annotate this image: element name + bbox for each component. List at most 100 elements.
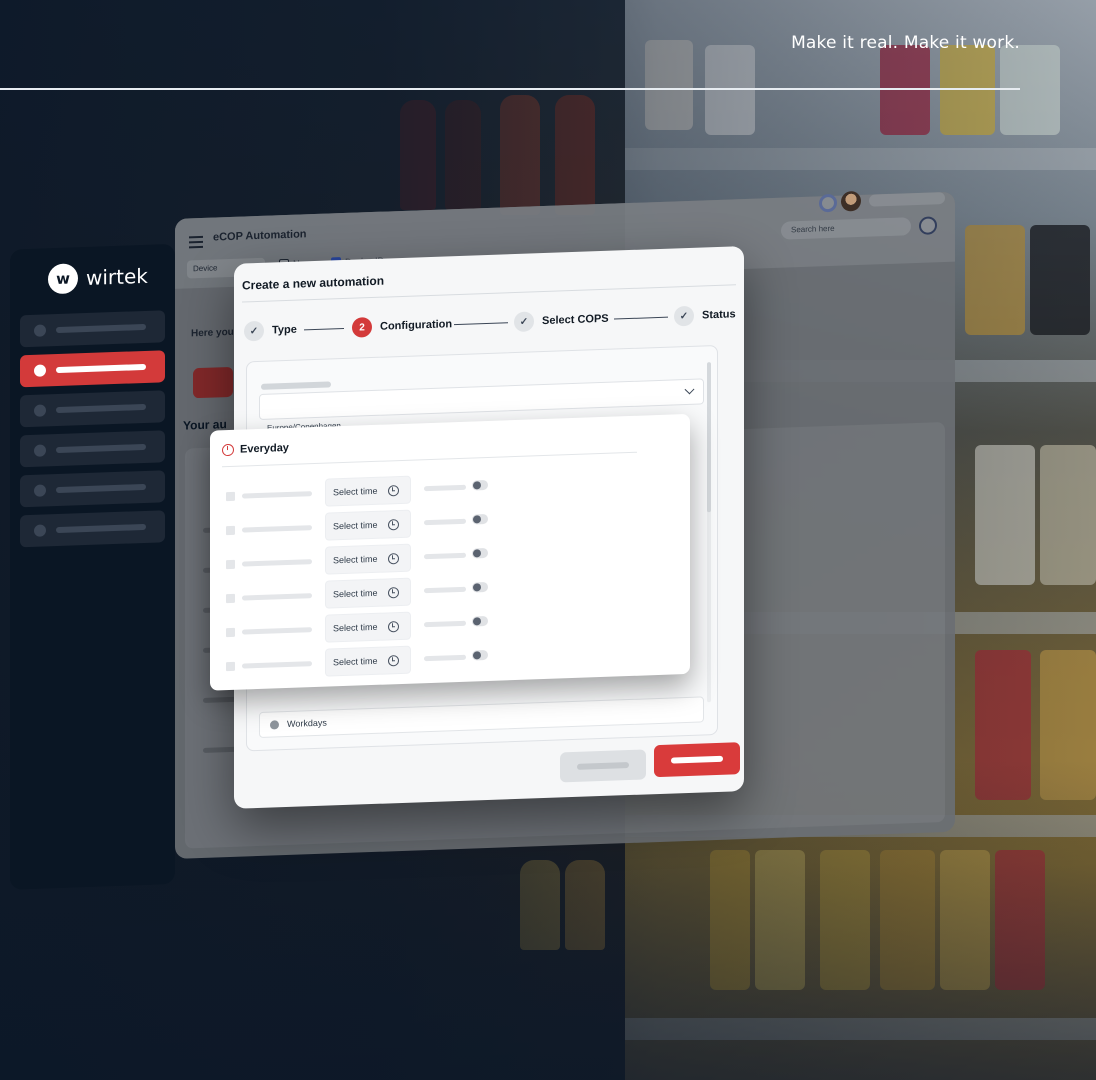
nav-label-placeholder [56,403,146,414]
divider [222,451,637,468]
scrollbar[interactable] [707,362,711,703]
select-time-button[interactable]: Select time [325,509,411,541]
step-configuration[interactable]: 2 Configuration [352,314,452,338]
select-time-button[interactable]: Select time [325,645,411,677]
step-number: 2 [352,317,372,338]
radio-button[interactable] [270,719,279,730]
nav-icon [34,404,46,417]
schedule-toggle[interactable] [472,581,488,593]
select-time-button[interactable]: Select time [325,577,411,609]
select-time-button[interactable]: Select time [325,543,411,575]
select-time-label: Select time [333,519,378,532]
schedule-toggle[interactable] [472,649,488,661]
check-icon: ✓ [674,305,694,327]
schedule-row: Select time [222,540,502,578]
menu-icon[interactable] [189,235,203,249]
step-connector [304,327,344,331]
nav-icon [34,324,46,337]
chevron-down-icon [684,384,695,395]
step-label: Select COPS [542,312,609,328]
nav-icon [34,364,46,377]
status-placeholder [424,620,466,628]
nav-icon [34,444,46,457]
sidebar-item-6[interactable] [20,510,165,548]
scroll-thumb[interactable] [707,362,711,513]
sidebar-item-4[interactable] [20,430,165,468]
day-name-placeholder [242,661,312,669]
schedule-row: Select time [222,506,502,544]
status-placeholder [424,518,466,526]
sidebar: w wirtek [10,243,175,890]
day-name-placeholder [242,559,312,567]
nav-label-placeholder [56,363,146,374]
back-button[interactable] [560,749,646,783]
next-button[interactable] [654,742,740,778]
nav-label-placeholder [56,323,146,334]
avatar[interactable] [841,190,861,212]
day-name-placeholder [242,491,312,499]
search-input[interactable]: Search here [781,217,911,240]
intro-text: Here you [191,326,234,340]
day-name-placeholder [242,627,312,635]
refresh-icon[interactable] [819,193,837,213]
status-placeholder [424,552,466,560]
status-placeholder [424,654,466,662]
help-icon[interactable] [919,216,937,235]
wirtek-logo[interactable]: w wirtek [48,261,148,295]
schedule-heading-label: Everyday [240,441,289,456]
nav-label-placeholder [56,483,146,494]
day-checkbox[interactable] [226,593,235,604]
schedule-toggle[interactable] [472,615,488,627]
day-checkbox[interactable] [226,491,235,502]
select-time-button[interactable]: Select time [325,611,411,643]
schedule-row: Select time [222,472,502,510]
day-checkbox[interactable] [226,525,235,536]
step-connector [454,322,508,326]
check-icon: ✓ [244,320,264,342]
stepper: ✓ Type 2 Configuration ✓ Select COPS ✓ S… [244,305,736,346]
step-type[interactable]: ✓ Type [244,320,297,342]
sidebar-item-5[interactable] [20,470,165,508]
sidebar-item-3[interactable] [20,390,165,428]
app-mockup: w wirtek eCOP Automation Device Name Dev… [0,0,1096,1080]
select-time-label: Select time [333,621,378,634]
clock-icon [387,620,399,632]
clock-icon [387,552,399,564]
schedule-row: Select time [222,574,502,612]
user-name-placeholder [869,191,945,207]
schedule-row: Select time [222,642,502,680]
nav-icon [34,484,46,497]
check-icon: ✓ [514,311,534,333]
sidebar-item-1[interactable] [20,310,165,348]
nav-icon [34,524,46,537]
schedule-toggle[interactable] [472,547,488,559]
workdays-option[interactable]: Workdays [259,696,704,738]
day-checkbox[interactable] [226,559,235,570]
step-label: Type [272,323,297,337]
select-time-label: Select time [333,553,378,566]
step-status[interactable]: ✓ Status [674,304,736,327]
status-placeholder [424,484,466,492]
nav-label-placeholder [56,523,146,534]
clock-icon [387,586,399,598]
schedule-toggle[interactable] [472,479,488,491]
step-select-cops[interactable]: ✓ Select COPS [514,309,609,333]
sidebar-item-2-active[interactable] [20,350,165,388]
select-time-label: Select time [333,485,378,498]
select-time-button[interactable]: Select time [325,475,411,507]
intro-button[interactable] [193,366,233,399]
page-title: eCOP Automation [213,228,307,244]
day-name-placeholder [242,593,312,601]
clock-icon [387,654,399,666]
button-label-placeholder [577,762,629,770]
status-placeholder [424,586,466,594]
logo-mark: w [48,263,78,295]
day-checkbox[interactable] [226,661,235,672]
nav-label-placeholder [56,443,146,454]
clock-icon [387,484,399,496]
day-checkbox[interactable] [226,627,235,638]
schedule-toggle[interactable] [472,513,488,525]
step-label: Status [702,308,736,322]
select-time-label: Select time [333,587,378,600]
schedule-row: Select time [222,608,502,646]
